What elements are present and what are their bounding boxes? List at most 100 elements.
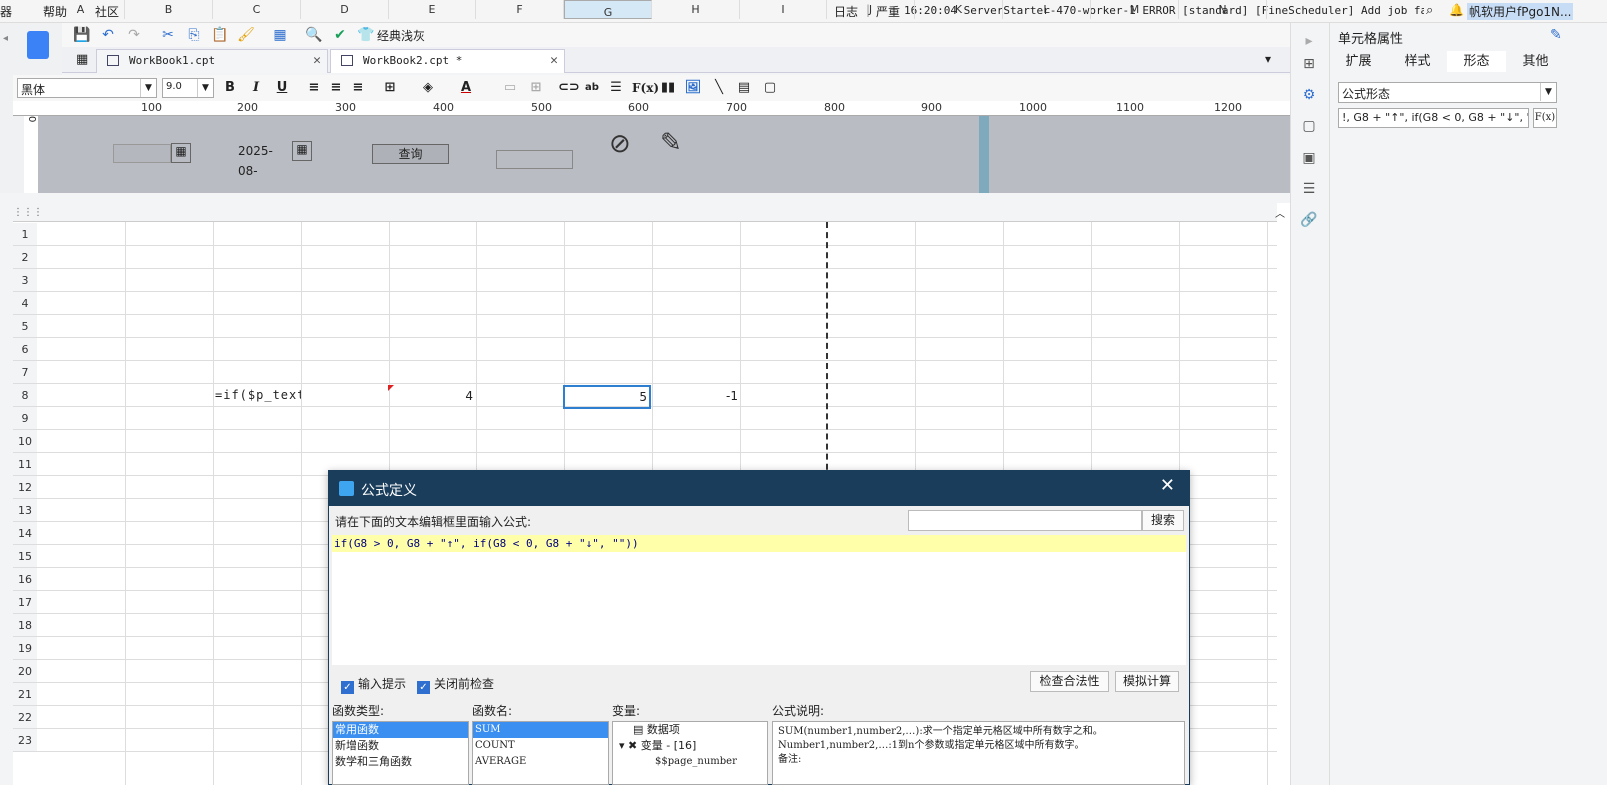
underline-icon[interactable]: U xyxy=(272,78,292,98)
row-header[interactable]: 12 xyxy=(13,476,37,499)
list-item[interactable]: AVERAGE xyxy=(473,754,608,770)
check-before-close-checkbox[interactable]: ✓ 关闭前检查 xyxy=(417,675,494,694)
select-all-icon[interactable]: ⋮⋮⋮ xyxy=(13,203,43,222)
float-element-icon[interactable]: ▢ xyxy=(1300,118,1318,136)
tab-form[interactable]: 形态 xyxy=(1447,51,1506,72)
column-d[interactable]: D xyxy=(301,0,389,19)
grid-view-icon[interactable]: ▦ xyxy=(76,52,88,67)
align-right-icon[interactable]: ≡ xyxy=(348,78,368,98)
row-header[interactable]: 20 xyxy=(13,660,37,683)
empty-widget[interactable] xyxy=(496,150,573,169)
tree-item[interactable]: $$page_number xyxy=(617,754,767,770)
theme-label[interactable]: 经典浅灰 xyxy=(377,27,425,44)
formula-editor[interactable]: if(G8 > 0, G8 + "↑", if(G8 < 0, G8 + "↓"… xyxy=(332,535,1186,665)
row-header[interactable]: 7 xyxy=(13,361,37,384)
row-header[interactable]: 13 xyxy=(13,499,37,522)
font-color-icon[interactable]: A xyxy=(456,78,476,98)
cell-element-icon[interactable]: ⊞ xyxy=(1300,56,1318,74)
scroll-up-icon[interactable]: ︿ xyxy=(1275,205,1285,220)
bell-icon[interactable]: 🔔 xyxy=(1449,3,1464,17)
presentation-select[interactable]: 公式形态 ▼ xyxy=(1338,82,1557,103)
widget-icon[interactable]: ▣ xyxy=(1300,150,1318,168)
text-icon[interactable]: ab xyxy=(582,78,602,98)
validate-button[interactable]: 检查合法性 xyxy=(1030,671,1109,692)
column-n[interactable]: N xyxy=(1179,0,1267,19)
column-b[interactable]: B xyxy=(125,0,213,19)
column-a[interactable]: A xyxy=(37,0,125,19)
condition-icon[interactable]: ☰ xyxy=(1300,181,1318,199)
row-header[interactable]: 23 xyxy=(13,729,37,752)
list-item[interactable]: 常用函数 xyxy=(333,722,468,738)
row-header[interactable]: 17 xyxy=(13,591,37,614)
tab-workbook1[interactable]: WorkBook1.cpt ✕ xyxy=(96,49,328,73)
frame-icon[interactable]: ▢ xyxy=(760,78,780,98)
list-item[interactable]: 数学和三角函数 xyxy=(333,754,468,770)
cell-g8-selected[interactable]: 5 xyxy=(563,385,651,409)
cut-icon[interactable]: ✂ xyxy=(158,25,178,45)
column-j[interactable]: J xyxy=(827,0,915,19)
bold-icon[interactable]: B xyxy=(220,78,240,98)
search-icon[interactable]: ⌕ xyxy=(1426,3,1433,18)
save-icon[interactable]: 💾 xyxy=(72,25,92,45)
column-e[interactable]: E xyxy=(389,0,476,19)
font-size-select[interactable]: 9.0 ▼ xyxy=(162,78,214,98)
row-header[interactable]: 22 xyxy=(13,706,37,729)
paragraph-icon[interactable]: ☰ xyxy=(606,78,626,98)
format-painter-icon[interactable]: 🖌 xyxy=(236,25,256,45)
align-left-icon[interactable]: ≡ xyxy=(304,78,324,98)
simulate-button[interactable]: 模拟计算 xyxy=(1115,671,1179,692)
calendar-icon[interactable]: ▦ xyxy=(171,143,191,163)
pencil-icon[interactable]: ✎ xyxy=(660,128,682,158)
func-type-list[interactable]: 常用函数 新增函数 数学和三角函数 xyxy=(332,721,469,785)
column-m[interactable]: M xyxy=(1091,0,1179,19)
italic-icon[interactable]: I xyxy=(246,78,266,98)
column-f[interactable]: F xyxy=(476,0,564,19)
column-i[interactable]: I xyxy=(740,0,827,19)
tree-item[interactable]: ▤ 数据项 xyxy=(617,722,767,738)
row-header[interactable]: 2 xyxy=(13,246,37,269)
formula-icon[interactable]: F(x) xyxy=(632,78,659,98)
border-icon[interactable]: ⊞ xyxy=(380,78,400,98)
designer-logo-icon[interactable] xyxy=(27,31,49,59)
redo-icon[interactable]: ↷ xyxy=(124,25,144,45)
input-hint-checkbox[interactable]: ✓ 输入提示 xyxy=(341,675,406,694)
column-c[interactable]: C xyxy=(213,0,301,19)
list-item[interactable]: COUNT xyxy=(473,738,608,754)
copy-icon[interactable]: ⎘ xyxy=(184,25,204,45)
form-resize-handle[interactable] xyxy=(979,116,989,193)
cell-h8[interactable]: -1 xyxy=(652,385,740,408)
cell-e8[interactable]: 4 xyxy=(389,385,475,408)
row-header[interactable]: 15 xyxy=(13,545,37,568)
tab-expand[interactable]: 扩展 xyxy=(1329,51,1388,72)
search-input[interactable] xyxy=(908,510,1142,531)
variable-tree[interactable]: ▤ 数据项 ▾ ✖ 变量 - [16] $$page_number xyxy=(612,721,768,785)
tab-other[interactable]: 其他 xyxy=(1506,51,1565,72)
row-header[interactable]: 1 xyxy=(13,223,37,246)
collapse-icon[interactable]: ◂ xyxy=(3,33,8,44)
formula-button[interactable]: F(x) xyxy=(1533,108,1557,128)
tab-workbook2[interactable]: WorkBook2.cpt * ✕ xyxy=(330,49,565,73)
row-header[interactable]: 16 xyxy=(13,568,37,591)
row-header[interactable]: 8 xyxy=(13,384,37,407)
row-header[interactable]: 14 xyxy=(13,522,37,545)
query-button[interactable]: 查询 xyxy=(372,144,449,164)
font-family-select[interactable]: 黑体 ▼ xyxy=(17,78,157,98)
column-l[interactable]: L xyxy=(1003,0,1091,19)
check-icon[interactable]: ✔ xyxy=(330,25,350,45)
close-icon[interactable]: ✕ xyxy=(550,53,558,68)
merge-icon[interactable]: ▭ xyxy=(500,78,520,98)
tree-item[interactable]: ▾ ✖ 变量 - [16] xyxy=(617,738,767,754)
row-header[interactable]: 21 xyxy=(13,683,37,706)
close-icon[interactable]: ✕ xyxy=(313,53,321,68)
row-header[interactable]: 3 xyxy=(13,269,37,292)
row-header[interactable]: 11 xyxy=(13,453,37,476)
tab-menu-icon[interactable]: ▾ xyxy=(1265,52,1271,66)
paste-icon[interactable]: 📋 xyxy=(210,25,230,45)
row-header[interactable]: 18 xyxy=(13,614,37,637)
link-icon[interactable]: ⊂⊃ xyxy=(558,78,580,98)
preview-icon[interactable]: 🔍 xyxy=(304,25,324,45)
image-icon[interactable]: 🖼 xyxy=(683,78,703,98)
formula-preview-field[interactable]: !, G8 + "↑", if(G8 < 0, G8 + "↓", "")) xyxy=(1338,108,1529,128)
cell-attribute-icon[interactable]: ⚙ xyxy=(1300,87,1318,105)
row-header[interactable]: 9 xyxy=(13,407,37,430)
